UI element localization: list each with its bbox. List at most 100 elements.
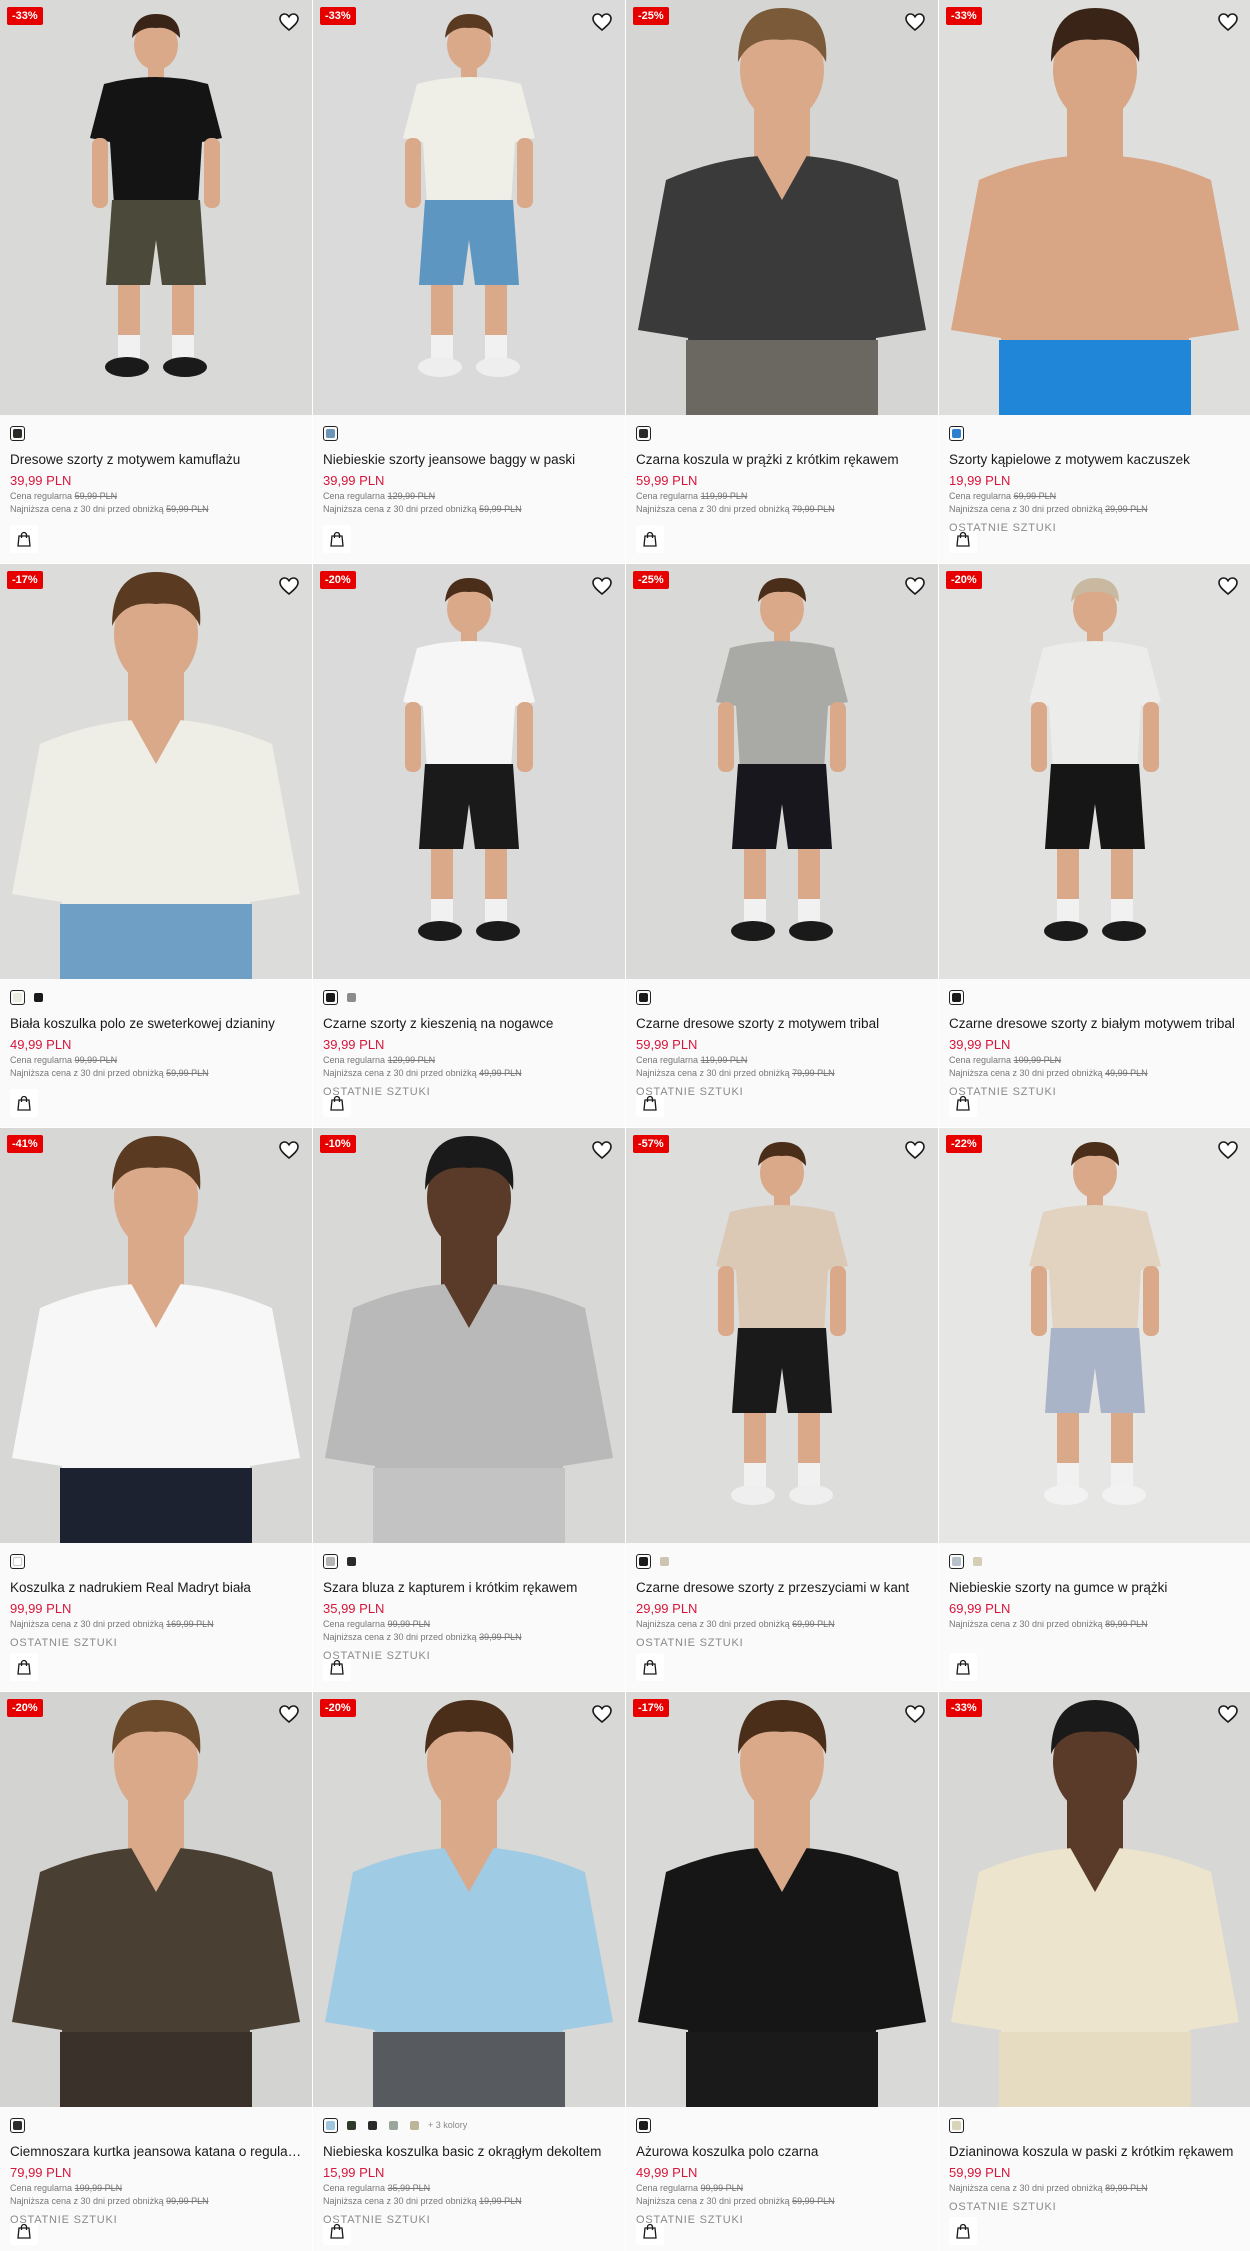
color-swatch[interactable] [344,1554,359,1569]
heart-icon[interactable] [1217,1140,1239,1160]
more-colors-label[interactable]: + 3 kolory [428,2120,467,2130]
product-image[interactable] [0,1692,312,2107]
product-image[interactable] [313,1128,625,1543]
shopping-bag-icon[interactable] [10,525,38,553]
product-card[interactable]: -33% Niebieskie szorty jeansowe baggy w … [313,0,625,563]
product-card[interactable]: -33% Szorty kąpielowe z motywem kaczusze… [939,0,1250,563]
color-swatch[interactable] [10,989,25,1005]
heart-icon[interactable] [278,576,300,596]
product-image[interactable] [0,0,312,415]
product-card[interactable]: -57% Czarne dresowe szorty z przeszyciam… [626,1128,938,1691]
color-swatch[interactable] [949,1553,964,1569]
product-image[interactable] [0,1128,312,1543]
product-card[interactable]: -20% + 3 kolory Niebieska koszulka basic… [313,1692,625,2251]
shopping-bag-icon[interactable] [323,525,351,553]
heart-icon[interactable] [1217,1704,1239,1724]
product-name[interactable]: Czarne szorty z kieszenią na nogawce [323,1015,617,1033]
color-swatch[interactable] [636,1553,651,1569]
color-swatch[interactable] [365,2118,380,2133]
color-swatch[interactable] [386,2118,401,2133]
product-card[interactable]: -22% Niebieskie szorty na gumce w prążki… [939,1128,1250,1691]
shopping-bag-icon[interactable] [949,1653,977,1681]
product-name[interactable]: Czarna koszula w prążki z krótkim rękawe… [636,451,930,469]
shopping-bag-icon[interactable] [636,1653,664,1681]
color-swatch[interactable] [636,989,651,1005]
product-name[interactable]: Czarne dresowe szorty z motywem tribal [636,1015,930,1033]
product-name[interactable]: Czarne dresowe szorty z przeszyciami w k… [636,1579,930,1597]
product-image[interactable] [626,1128,938,1543]
regular-price-line: Cena regularna 59,99 PLN [10,491,118,501]
heart-icon[interactable] [278,1704,300,1724]
color-swatch[interactable] [323,2117,338,2133]
color-swatch[interactable] [10,425,25,441]
color-swatch[interactable] [31,990,46,1005]
product-card[interactable]: -25% Czarna koszula w prążki z krótkim r… [626,0,938,563]
product-image[interactable] [939,1128,1250,1543]
color-swatch[interactable] [10,2117,25,2133]
product-name[interactable]: Koszulka z nadrukiem Real Madryt biała [10,1579,304,1597]
color-swatch[interactable] [344,2118,359,2133]
product-image[interactable] [939,1692,1250,2107]
product-name[interactable]: Szorty kąpielowe z motywem kaczuszek [949,451,1243,469]
heart-icon[interactable] [904,12,926,32]
product-name[interactable]: Ażurowa koszulka polo czarna [636,2143,930,2161]
product-image[interactable] [626,1692,938,2107]
color-swatch[interactable] [657,1554,672,1569]
product-card[interactable]: -33% Dresowe szorty z motywem kamuflażu … [0,0,312,563]
product-name[interactable]: Biała koszulka polo ze sweterkowej dzian… [10,1015,304,1033]
product-card[interactable]: -10% Szara bluza z kapturem i krótkim rę… [313,1128,625,1691]
shopping-bag-icon[interactable] [949,2217,977,2245]
product-name[interactable]: Niebieskie szorty jeansowe baggy w paski [323,451,617,469]
color-swatch[interactable] [970,1554,985,1569]
product-image[interactable] [626,0,938,415]
product-card[interactable]: -20% Ciemnoszara kurtka jeansowa katana … [0,1692,312,2251]
product-name[interactable]: Czarne dresowe szorty z białym motywem t… [949,1015,1243,1033]
color-swatch[interactable] [323,425,338,441]
shopping-bag-icon[interactable] [10,1089,38,1117]
color-swatch[interactable] [949,425,964,441]
color-swatch[interactable] [636,425,651,441]
product-image[interactable] [313,0,625,415]
product-name[interactable]: Szara bluza z kapturem i krótkim rękawem [323,1579,617,1597]
product-image[interactable] [939,0,1250,415]
product-name[interactable]: Dzianinowa koszula w paski z krótkim ręk… [949,2143,1243,2161]
product-image[interactable] [313,1692,625,2107]
product-name[interactable]: Ciemnoszara kurtka jeansowa katana o reg… [10,2143,304,2161]
heart-icon[interactable] [591,1704,613,1724]
shopping-bag-icon[interactable] [10,1653,38,1681]
color-swatch[interactable] [949,989,964,1005]
heart-icon[interactable] [904,1140,926,1160]
color-swatch[interactable] [407,2118,422,2133]
color-swatch[interactable] [949,2117,964,2133]
product-card[interactable]: -20% Czarne dresowe szorty z białym moty… [939,564,1250,1127]
shopping-bag-icon[interactable] [636,525,664,553]
product-info: Czarna koszula w prążki z krótkim rękawe… [636,425,930,516]
heart-icon[interactable] [591,12,613,32]
product-card[interactable]: -17% Biała koszulka polo ze sweterkowej … [0,564,312,1127]
product-card[interactable]: -20% Czarne szorty z kieszenią na nogawc… [313,564,625,1127]
color-swatch[interactable] [344,990,359,1005]
product-image[interactable] [0,564,312,979]
color-swatch[interactable] [323,1553,338,1569]
heart-icon[interactable] [278,12,300,32]
color-swatch[interactable] [10,1553,25,1569]
heart-icon[interactable] [904,1704,926,1724]
heart-icon[interactable] [904,576,926,596]
heart-icon[interactable] [1217,12,1239,32]
product-image[interactable] [313,564,625,979]
product-image[interactable] [939,564,1250,979]
color-swatch[interactable] [323,989,338,1005]
heart-icon[interactable] [591,576,613,596]
heart-icon[interactable] [278,1140,300,1160]
product-card[interactable]: -33% Dzianinowa koszula w paski z krótki… [939,1692,1250,2251]
color-swatch[interactable] [636,2117,651,2133]
product-card[interactable]: -25% Czarne dresowe szorty z motywem tri… [626,564,938,1127]
heart-icon[interactable] [1217,576,1239,596]
product-name[interactable]: Dresowe szorty z motywem kamuflażu [10,451,304,469]
product-image[interactable] [626,564,938,979]
product-name[interactable]: Niebieska koszulka basic z okrągłym deko… [323,2143,617,2161]
heart-icon[interactable] [591,1140,613,1160]
product-card[interactable]: -41% Koszulka z nadrukiem Real Madryt bi… [0,1128,312,1691]
product-card[interactable]: -17% Ażurowa koszulka polo czarna 49,99 … [626,1692,938,2251]
product-name[interactable]: Niebieskie szorty na gumce w prążki [949,1579,1243,1597]
